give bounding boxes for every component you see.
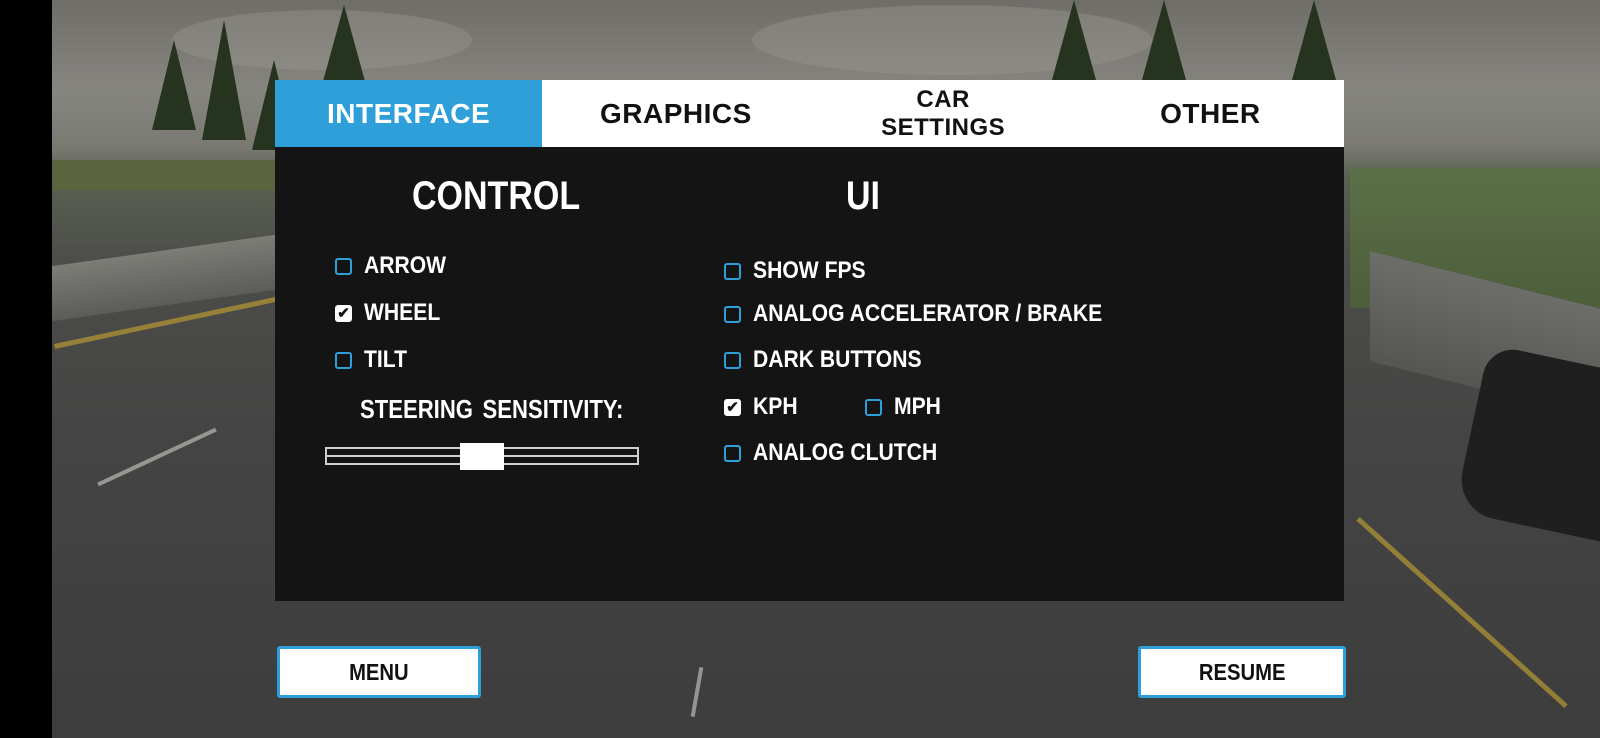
checkbox-dark-buttons[interactable]: [724, 351, 741, 369]
option-kph-label: KPH: [753, 393, 798, 420]
tree: [202, 20, 246, 140]
checkbox-show-fps[interactable]: [724, 262, 741, 280]
resume-button[interactable]: RESUME: [1138, 646, 1346, 698]
ui-heading: UI: [846, 174, 880, 218]
tab-graphics-label: GRAPHICS: [599, 97, 752, 129]
option-arrow[interactable]: ARROW: [335, 252, 457, 280]
tree: [322, 5, 366, 85]
control-heading: CONTROL: [412, 174, 581, 218]
settings-tabs: INTERFACE GRAPHICS CAR SETTINGS OTHER: [275, 80, 1344, 147]
option-dark-buttons[interactable]: DARK BUTTONS: [724, 346, 945, 374]
menu-button[interactable]: MENU: [277, 646, 481, 698]
lane-marking: [97, 427, 217, 487]
option-kph[interactable]: KPH: [724, 393, 804, 421]
tab-graphics[interactable]: GRAPHICS: [542, 80, 809, 147]
settings-panel: INTERFACE GRAPHICS CAR SETTINGS OTHER CO…: [275, 80, 1344, 601]
tree: [152, 40, 196, 130]
option-dark-buttons-label: DARK BUTTONS: [753, 346, 922, 373]
option-wheel[interactable]: WHEEL: [335, 299, 451, 327]
option-analog-accelerator-brake[interactable]: ANALOG ACCELERATOR / BRAKE: [724, 300, 1150, 328]
checkbox-wheel[interactable]: [335, 304, 352, 322]
menu-button-label: MENU: [349, 658, 409, 685]
checkbox-tilt[interactable]: [335, 351, 352, 369]
checkbox-kph[interactable]: [724, 398, 741, 416]
tab-other-label: OTHER: [1160, 97, 1261, 129]
steering-sensitivity-thumb[interactable]: [460, 443, 504, 470]
option-show-fps-label: SHOW FPS: [753, 257, 866, 284]
option-mph-label: MPH: [894, 393, 941, 420]
option-mph[interactable]: MPH: [865, 393, 947, 421]
grass-left: [52, 160, 312, 190]
tree: [1052, 0, 1096, 80]
tree: [1142, 0, 1186, 80]
tab-car-settings[interactable]: CAR SETTINGS: [810, 80, 1077, 147]
tab-other[interactable]: OTHER: [1077, 80, 1344, 147]
option-analog-accelerator-brake-label: ANALOG ACCELERATOR / BRAKE: [753, 300, 1103, 327]
option-tilt[interactable]: TILT: [335, 346, 413, 374]
option-wheel-label: WHEEL: [364, 299, 441, 326]
checkbox-analog-accelerator-brake[interactable]: [724, 305, 741, 323]
checkbox-analog-clutch[interactable]: [724, 444, 741, 462]
steering-sensitivity-label: STEERING SENSITIVITY:: [360, 394, 624, 424]
checkbox-mph[interactable]: [865, 398, 882, 416]
tab-interface-label: INTERFACE: [327, 97, 491, 129]
option-analog-clutch-label: ANALOG CLUTCH: [753, 439, 938, 466]
option-arrow-label: ARROW: [364, 252, 447, 279]
tree: [1292, 0, 1336, 80]
checkbox-arrow[interactable]: [335, 257, 352, 275]
tab-car-settings-label: CAR SETTINGS: [881, 85, 1006, 141]
road-edge-line: [1356, 516, 1568, 709]
tab-interface[interactable]: INTERFACE: [275, 80, 543, 147]
option-analog-clutch[interactable]: ANALOG CLUTCH: [724, 439, 962, 467]
resume-button-label: RESUME: [1198, 658, 1286, 685]
lane-marking: [690, 667, 704, 717]
option-tilt-label: TILT: [364, 346, 408, 373]
guard-rail: [52, 233, 282, 322]
option-show-fps[interactable]: SHOW FPS: [724, 257, 881, 285]
